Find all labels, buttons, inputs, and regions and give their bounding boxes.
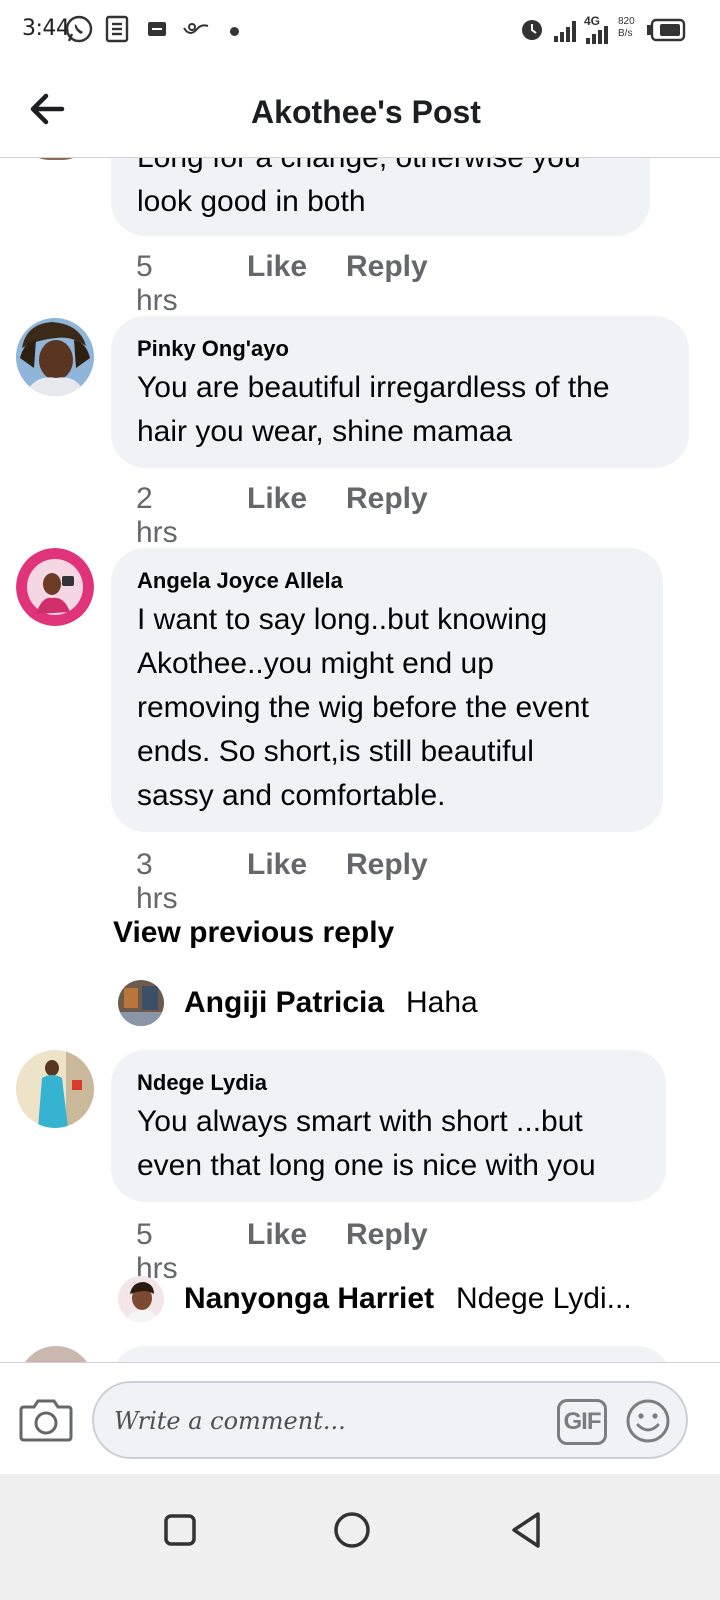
- back-triangle-icon[interactable]: [496, 1500, 556, 1560]
- like-button[interactable]: Like: [247, 482, 307, 516]
- status-bar: 3:44 4G 820 B/s: [0, 0, 720, 62]
- comment-bubble[interactable]: Pinky Ong'ayo You are beautiful irregard…: [111, 316, 689, 468]
- reply-text: Haha: [406, 986, 478, 1019]
- signal-icon: [554, 21, 576, 42]
- avatar[interactable]: [18, 158, 94, 160]
- reply-button[interactable]: Reply: [346, 482, 428, 516]
- reply-button[interactable]: Reply: [346, 848, 428, 882]
- avatar[interactable]: [16, 318, 94, 396]
- comment-author[interactable]: Angela Joyce Allela: [137, 568, 343, 594]
- recents-square-icon[interactable]: [150, 1500, 210, 1560]
- signal-2-icon: [586, 26, 608, 44]
- comment-text: You are beautiful irregardless of the ha…: [137, 371, 610, 448]
- message-icon: [148, 22, 166, 36]
- system-navigation-bar: [0, 1474, 720, 1600]
- reply-text: Ndege Lydi...: [456, 1282, 632, 1315]
- camera-icon[interactable]: [18, 1393, 74, 1445]
- comment-input[interactable]: [114, 1403, 544, 1439]
- post-header: Akothee's Post: [0, 62, 720, 158]
- avatar[interactable]: [118, 980, 164, 1026]
- comment-time: 5 hrs: [136, 250, 178, 317]
- comments-feed[interactable]: Long for a change, otherwise you look go…: [0, 158, 720, 1390]
- comment-bubble[interactable]: Ndege Lydia You always smart with short …: [111, 1050, 666, 1202]
- reply-author[interactable]: Angiji Patricia: [184, 986, 384, 1020]
- like-button[interactable]: Like: [247, 1218, 307, 1252]
- network-speed: 820 B/s: [618, 16, 635, 39]
- news-icon: [105, 15, 129, 43]
- battery-icon: [647, 18, 686, 42]
- comment-bubble[interactable]: Angela Joyce Allela I want to say long..…: [111, 548, 663, 832]
- comment-author[interactable]: Pinky Ong'ayo: [137, 336, 289, 362]
- comment-text: Long for a change, otherwise you look go…: [137, 158, 581, 218]
- comment-field-container[interactable]: GIF: [92, 1381, 688, 1459]
- view-previous-reply-link[interactable]: View previous reply: [113, 916, 394, 950]
- avatar[interactable]: [118, 1276, 164, 1322]
- more-notifications-dot: [230, 27, 239, 36]
- like-button[interactable]: Like: [247, 250, 307, 284]
- comment-text: I want to say long..but knowing Akothee.…: [137, 603, 589, 812]
- comment-bubble[interactable]: Long for a change, otherwise you look go…: [111, 158, 650, 236]
- alarm-icon: [522, 20, 542, 40]
- page-title: Akothee's Post: [251, 94, 481, 130]
- emoji-icon[interactable]: [624, 1397, 672, 1445]
- avatar[interactable]: [16, 548, 94, 626]
- app-notification-icon: [183, 23, 209, 34]
- reply-preview[interactable]: Angiji Patricia Haha: [118, 980, 678, 1030]
- reply-preview[interactable]: Nanyonga Harriet Ndege Lydi...: [118, 1276, 698, 1326]
- comment-time: 3 hrs: [136, 848, 178, 915]
- whatsapp-icon: [65, 15, 93, 43]
- comment-composer: GIF: [0, 1362, 720, 1474]
- comment-author[interactable]: Ndege Lydia: [137, 1070, 267, 1096]
- avatar[interactable]: [16, 1050, 94, 1128]
- reply-button[interactable]: Reply: [346, 1218, 428, 1252]
- status-time: 3:44: [22, 16, 70, 41]
- reply-button[interactable]: Reply: [346, 250, 428, 284]
- like-button[interactable]: Like: [247, 848, 307, 882]
- comment-text: You always smart with short ...but even …: [137, 1105, 596, 1182]
- gif-button[interactable]: GIF: [557, 1399, 607, 1445]
- home-circle-icon[interactable]: [322, 1500, 382, 1560]
- reply-author[interactable]: Nanyonga Harriet: [184, 1282, 434, 1316]
- comment-time: 2 hrs: [136, 482, 178, 549]
